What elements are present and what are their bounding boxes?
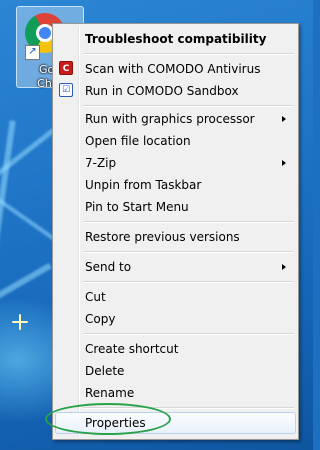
- menu-separator: [83, 105, 294, 107]
- menu-item-create-shortcut[interactable]: Create shortcut: [55, 338, 296, 360]
- menu-item-label: Restore previous versions: [85, 230, 240, 244]
- context-menu: Troubleshoot compatibility C Scan with C…: [52, 23, 299, 440]
- menu-separator: [83, 281, 294, 283]
- menu-item-label: Create shortcut: [85, 342, 179, 356]
- menu-item-label: Run in COMODO Sandbox: [85, 84, 239, 98]
- menu-item-label: Troubleshoot compatibility: [85, 32, 267, 46]
- menu-item-label: Open file location: [85, 134, 191, 148]
- shortcut-arrow-icon: ↗: [25, 45, 40, 60]
- submenu-arrow-icon: [282, 264, 286, 270]
- menu-item-label: 7-Zip: [85, 156, 117, 170]
- menu-item-unpin-from-taskbar[interactable]: Unpin from Taskbar: [55, 174, 296, 196]
- wallpaper-streak: [0, 120, 16, 260]
- menu-item-run-comodo-sandbox[interactable]: ☑ Run in COMODO Sandbox: [55, 80, 296, 102]
- menu-item-label: Unpin from Taskbar: [85, 178, 202, 192]
- menu-separator: [83, 53, 294, 55]
- submenu-arrow-icon: [282, 160, 286, 166]
- annotation-ellipse: [45, 403, 171, 435]
- menu-item-run-with-graphics-processor[interactable]: Run with graphics processor: [55, 108, 296, 130]
- menu-item-label: Run with graphics processor: [85, 112, 255, 126]
- menu-item-send-to[interactable]: Send to: [55, 256, 296, 278]
- menu-separator: [83, 333, 294, 335]
- menu-item-rename[interactable]: Rename: [55, 382, 296, 404]
- menu-item-cut[interactable]: Cut: [55, 286, 296, 308]
- menu-item-pin-to-start-menu[interactable]: Pin to Start Menu: [55, 196, 296, 218]
- comodo-antivirus-icon: C: [59, 61, 73, 75]
- menu-separator: [83, 221, 294, 223]
- menu-item-label: Cut: [85, 290, 106, 304]
- menu-item-label: Rename: [85, 386, 135, 400]
- submenu-arrow-icon: [282, 116, 286, 122]
- menu-item-copy[interactable]: Copy: [55, 308, 296, 330]
- menu-separator: [83, 251, 294, 253]
- menu-item-label: Scan with COMODO Antivirus: [85, 62, 261, 76]
- menu-item-troubleshoot-compatibility[interactable]: Troubleshoot compatibility: [55, 28, 296, 50]
- wallpaper-streak: [0, 262, 52, 304]
- menu-item-open-file-location[interactable]: Open file location: [55, 130, 296, 152]
- menu-item-restore-previous-versions[interactable]: Restore previous versions: [55, 226, 296, 248]
- menu-item-7-zip[interactable]: 7-Zip: [55, 152, 296, 174]
- menu-item-scan-comodo-antivirus[interactable]: C Scan with COMODO Antivirus: [55, 58, 296, 80]
- menu-item-label: Send to: [85, 260, 132, 274]
- menu-item-label: Copy: [85, 312, 116, 326]
- comodo-sandbox-icon: ☑: [59, 83, 73, 97]
- menu-item-label: Delete: [85, 364, 125, 378]
- menu-item-delete[interactable]: Delete: [55, 360, 296, 382]
- wallpaper-flare: [12, 314, 28, 330]
- menu-item-label: Pin to Start Menu: [85, 200, 189, 214]
